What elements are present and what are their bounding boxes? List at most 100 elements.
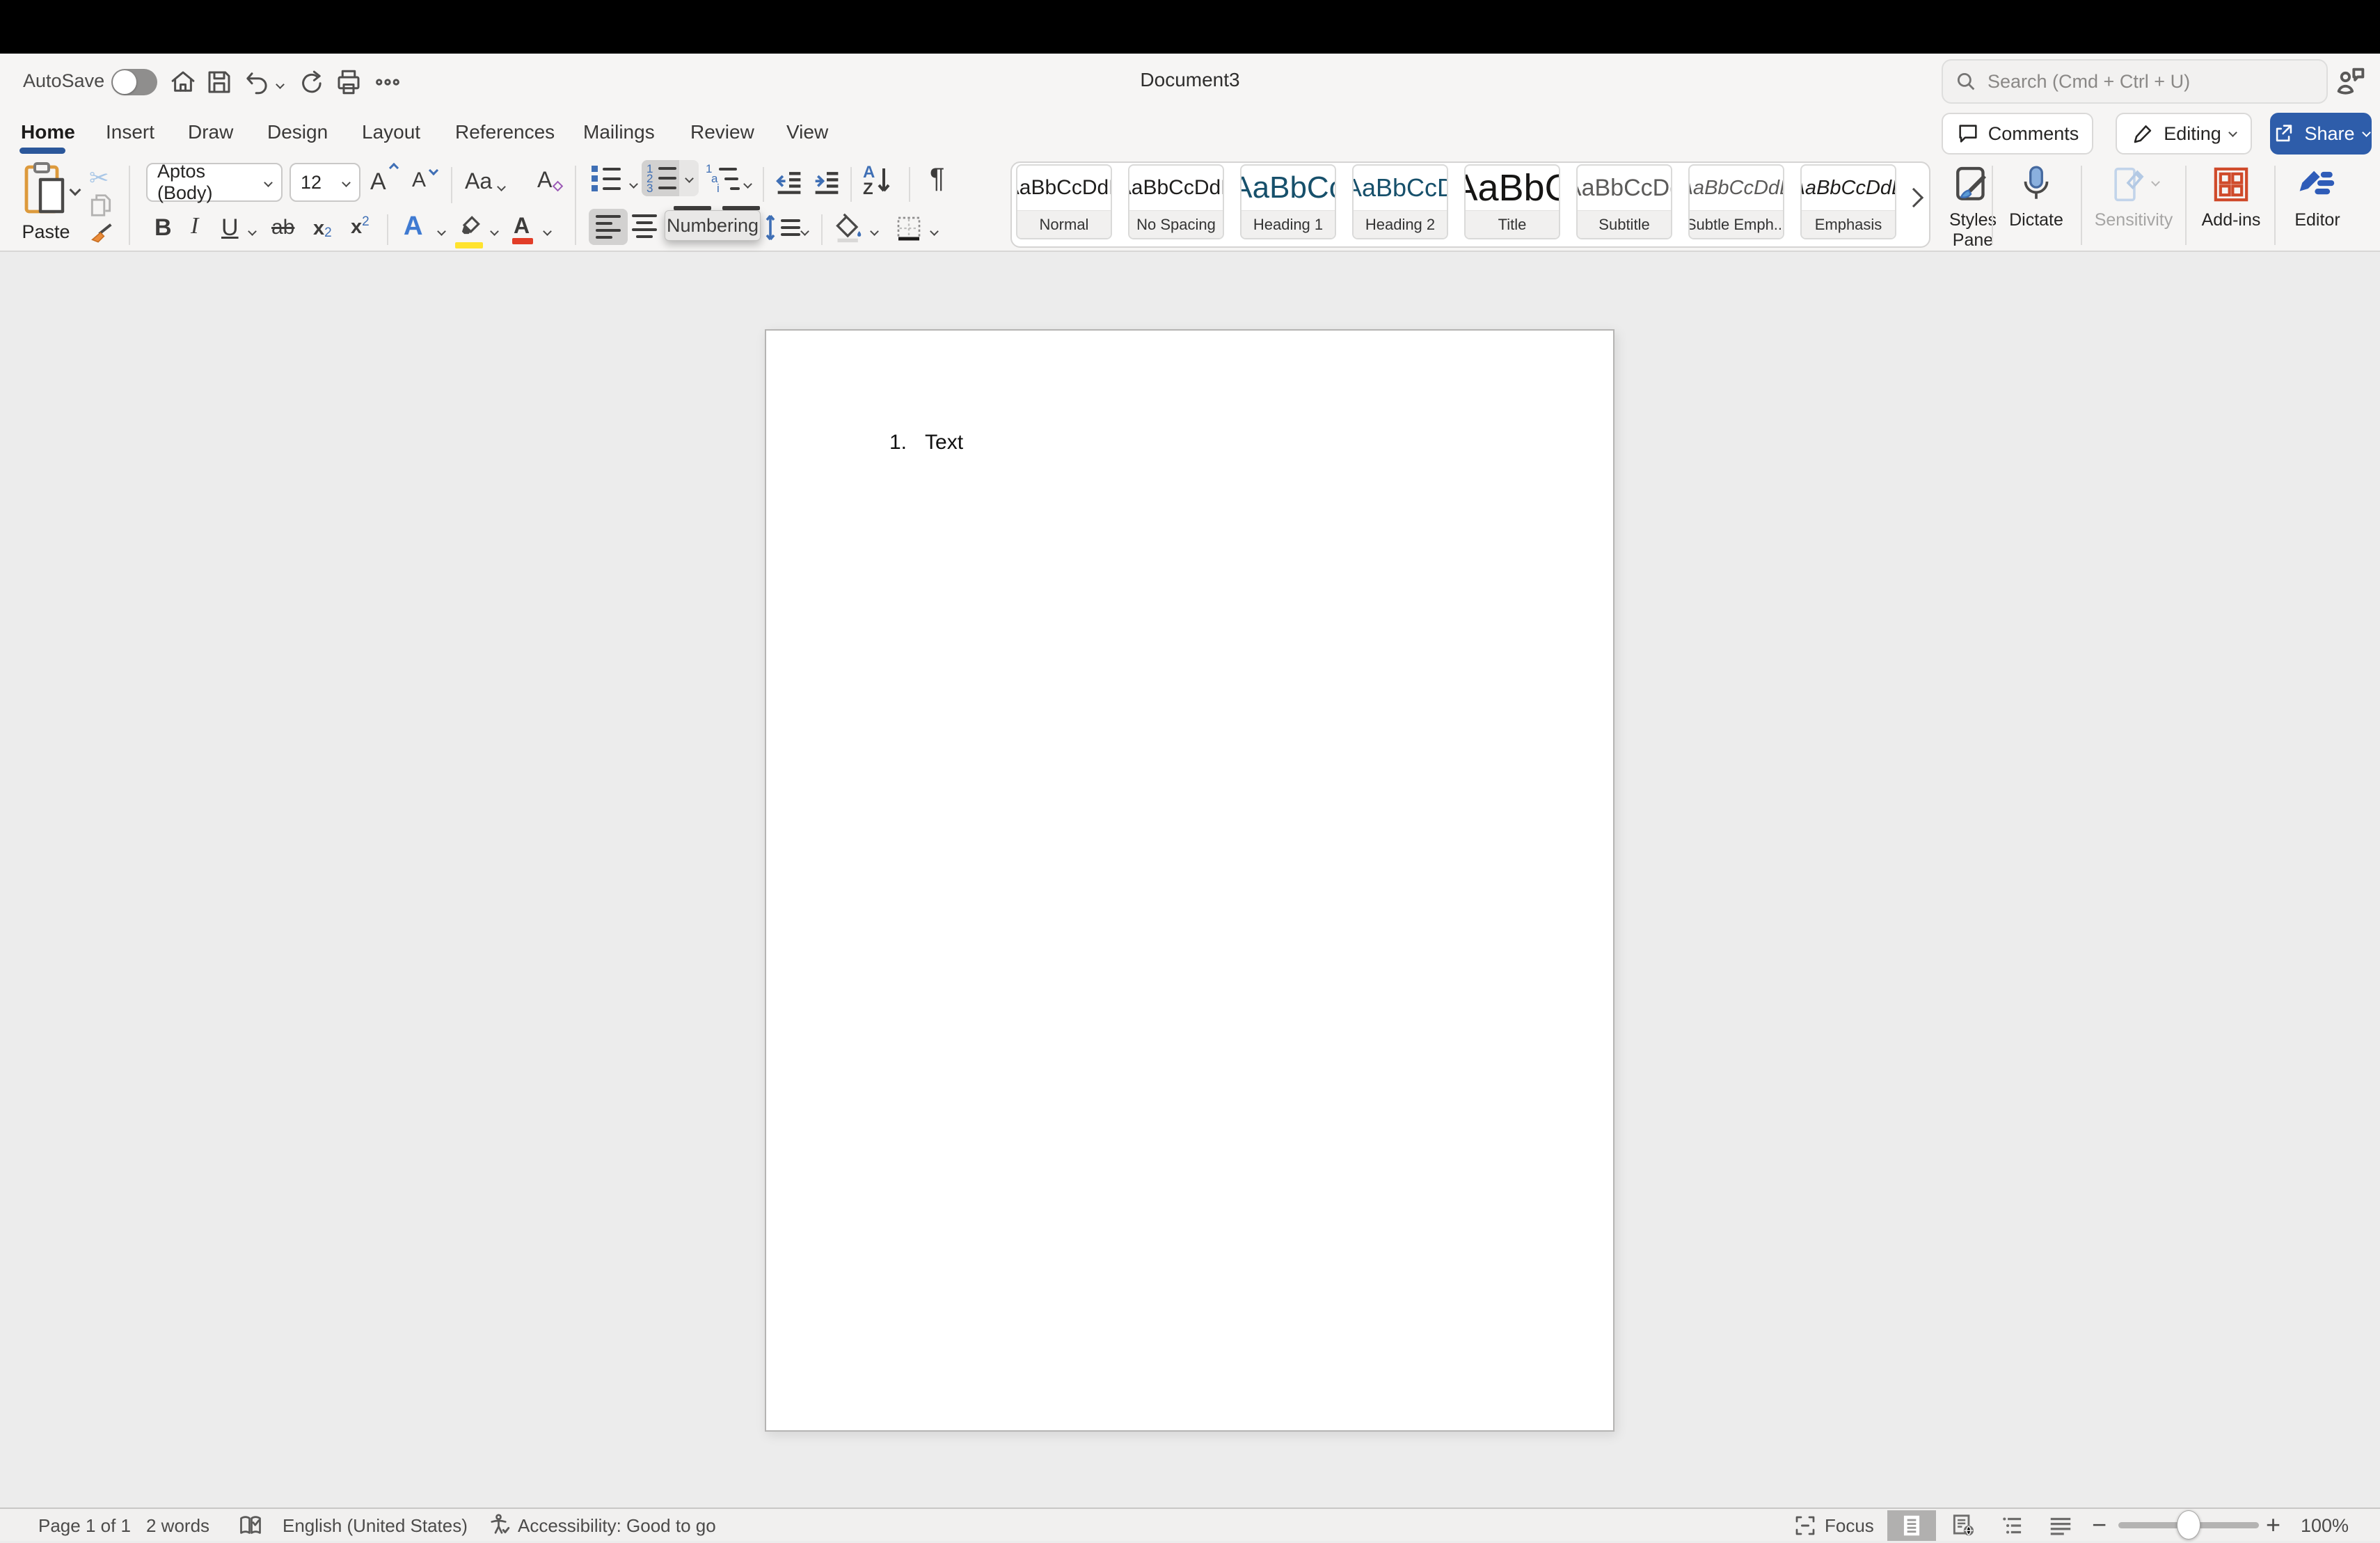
font-name-select[interactable]: Aptos (Body) <box>146 163 283 202</box>
align-left-button-selected[interactable] <box>589 209 628 245</box>
text-effects-dropdown-icon[interactable] <box>438 225 445 238</box>
accessibility-icon[interactable] <box>487 1512 512 1542</box>
change-case-button[interactable]: Aa <box>465 168 492 194</box>
style-subtitle[interactable]: AaBbCcDdSubtitle <box>1576 164 1672 239</box>
dictate-button[interactable]: Dictate <box>2001 163 2071 230</box>
zoom-slider-thumb[interactable] <box>2177 1510 2200 1540</box>
search-input[interactable] <box>1988 71 2315 93</box>
highlight-dropdown-icon[interactable] <box>491 225 498 238</box>
draft-view-button[interactable] <box>2036 1510 2085 1541</box>
accessibility-status[interactable]: Accessibility: Good to go <box>518 1515 716 1537</box>
editing-mode-button[interactable]: Editing <box>2116 113 2252 155</box>
strikethrough-button[interactable]: ab <box>271 216 294 239</box>
tab-insert[interactable]: Insert <box>106 121 154 143</box>
search-box[interactable] <box>1942 59 2328 104</box>
tab-draw[interactable]: Draw <box>188 121 233 143</box>
line-spacing-button[interactable] <box>764 213 800 242</box>
style-no-spacing[interactable]: AaBbCcDdENo Spacing <box>1128 164 1224 239</box>
group-divider <box>129 166 130 245</box>
bold-button[interactable]: B <box>154 214 172 242</box>
language-indicator[interactable]: English (United States) <box>283 1515 468 1537</box>
style-heading-1[interactable]: AaBbCcHeading 1 <box>1240 164 1336 239</box>
bullets-button[interactable] <box>592 166 621 191</box>
web-layout-view-button[interactable] <box>1939 1510 1988 1541</box>
style-emphasis[interactable]: AaBbCcDdEEmphasis <box>1800 164 1896 239</box>
style-heading-2[interactable]: AaBbCcDHeading 2 <box>1352 164 1448 239</box>
multilevel-list-button[interactable]: 1 a i <box>706 166 740 191</box>
numbering-dropdown-icon[interactable] <box>679 160 699 196</box>
show-paragraph-marks-button[interactable]: ¶ <box>930 163 944 194</box>
person-chat-icon[interactable] <box>2333 63 2369 100</box>
page-indicator[interactable]: Page 1 of 1 <box>38 1515 131 1537</box>
tab-references[interactable]: References <box>455 121 555 143</box>
share-button[interactable]: Share <box>2270 113 2372 155</box>
format-painter-icon[interactable] <box>88 220 116 251</box>
increase-indent-icon[interactable] <box>811 168 842 196</box>
tab-mailings[interactable]: Mailings <box>583 121 655 143</box>
font-size-select[interactable]: 12 <box>289 163 360 202</box>
zoom-out-button[interactable]: − <box>2092 1510 2107 1540</box>
addins-button[interactable]: Add-ins <box>2196 163 2266 230</box>
underline-dropdown-icon[interactable] <box>249 225 255 238</box>
title-bar: AutoSave Document3 <box>0 54 2380 111</box>
font-color-dropdown-icon[interactable] <box>544 225 550 238</box>
small-divider <box>850 167 852 202</box>
font-color-button[interactable]: A <box>514 213 530 239</box>
style-subtle-emphasis[interactable]: AaBbCcDdESubtle Emph... <box>1688 164 1784 239</box>
align-center-button[interactable] <box>632 214 657 238</box>
superscript-button[interactable]: x2 <box>351 214 370 239</box>
editor-button[interactable]: Editor <box>2284 163 2351 230</box>
addins-icon <box>2212 163 2251 206</box>
zoom-in-button[interactable]: + <box>2266 1510 2280 1540</box>
small-divider <box>909 167 910 202</box>
editing-dropdown-icon <box>2228 128 2237 137</box>
group-divider <box>1992 166 1993 245</box>
shading-dropdown-icon[interactable] <box>871 225 878 238</box>
multilevel-dropdown-icon[interactable] <box>745 178 751 191</box>
paste-dropdown-icon[interactable] <box>71 185 79 198</box>
cut-icon[interactable]: ✂ <box>89 164 109 192</box>
tab-home[interactable]: Home <box>21 121 75 143</box>
word-count[interactable]: 2 words <box>146 1515 209 1537</box>
borders-button[interactable] <box>895 214 923 242</box>
copy-icon[interactable] <box>88 192 114 222</box>
outline-view-button[interactable] <box>1989 1510 2038 1541</box>
tab-design[interactable]: Design <box>267 121 328 143</box>
style-normal[interactable]: AaBbCcDdENormal <box>1016 164 1112 239</box>
text-effects-button[interactable]: A <box>404 212 422 242</box>
bullets-dropdown-icon[interactable] <box>630 178 637 191</box>
comments-button[interactable]: Comments <box>1942 113 2093 155</box>
tab-review[interactable]: Review <box>690 121 754 143</box>
decrease-indent-icon[interactable] <box>774 168 804 196</box>
paste-button[interactable] <box>24 161 67 217</box>
share-label: Share <box>2304 123 2354 145</box>
borders-dropdown-icon[interactable] <box>931 225 937 238</box>
subscript-button[interactable]: x2 <box>313 216 332 241</box>
tab-layout[interactable]: Layout <box>362 121 420 143</box>
styles-pane-button[interactable]: Styles Pane <box>1935 163 2011 251</box>
line-spacing-dropdown-icon[interactable] <box>802 225 808 238</box>
group-divider <box>2081 166 2082 245</box>
grow-font-button[interactable]: A <box>370 168 386 196</box>
focus-label[interactable]: Focus <box>1825 1515 1874 1537</box>
sort-button[interactable]: A Z <box>863 164 891 198</box>
numbered-list-line[interactable]: 1. Text <box>889 431 963 454</box>
tab-view[interactable]: View <box>786 121 828 143</box>
document-page[interactable]: 1. Text <box>765 329 1615 1432</box>
style-title[interactable]: AaBbCTitle <box>1464 164 1560 239</box>
shading-button[interactable] <box>834 213 864 244</box>
numbering-button-selected[interactable]: 1 2 3 <box>642 160 679 196</box>
print-layout-view-button[interactable] <box>1887 1510 1936 1541</box>
sensitivity-icon <box>2109 163 2159 206</box>
underline-button[interactable]: U <box>221 214 239 242</box>
list-number: 1. <box>889 431 907 454</box>
change-case-dropdown-icon[interactable] <box>498 181 505 193</box>
zoom-level[interactable]: 100% <box>2301 1515 2349 1537</box>
focus-icon[interactable] <box>1793 1513 1818 1543</box>
italic-button[interactable]: I <box>191 213 198 239</box>
clear-formatting-button[interactable]: A <box>537 167 552 193</box>
shrink-font-button[interactable]: A <box>412 168 426 192</box>
font-name-dropdown-icon <box>264 178 273 187</box>
highlight-color-button[interactable] <box>457 213 483 243</box>
spellcheck-icon[interactable] <box>238 1513 263 1543</box>
